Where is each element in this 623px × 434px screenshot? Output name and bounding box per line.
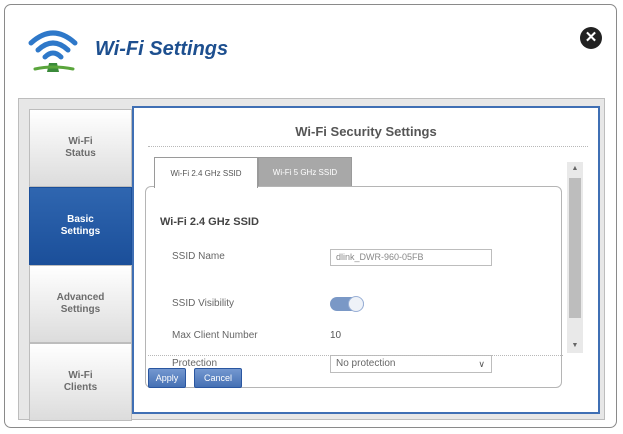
ssid-name-label: SSID Name bbox=[172, 251, 225, 262]
sidebar-item-wifi-status[interactable]: Wi-Fi Status bbox=[29, 109, 132, 187]
dialog-header: Wi-Fi Settings ✕ bbox=[5, 5, 616, 93]
cancel-button[interactable]: Cancel bbox=[194, 368, 242, 388]
ssid-visibility-label: SSID Visibility bbox=[172, 298, 235, 309]
chevron-down-icon: ∨ bbox=[478, 359, 485, 369]
tab-wifi-5ghz[interactable]: Wi-Fi 5 GHz SSID bbox=[258, 157, 352, 187]
ssid-name-input[interactable]: dlink_DWR-960-05FB bbox=[330, 249, 492, 266]
tab-wifi-24ghz[interactable]: Wi-Fi 2.4 GHz SSID bbox=[154, 157, 258, 188]
max-client-value: 10 bbox=[330, 330, 342, 341]
scrollbar[interactable]: ▲ ▼ bbox=[567, 162, 583, 353]
panel-title: Wi-Fi Security Settings bbox=[295, 124, 437, 139]
scroll-up-icon[interactable]: ▲ bbox=[567, 162, 583, 176]
dialog-body: Wi-Fi Status Basic Settings Advanced Set… bbox=[18, 98, 605, 421]
wifi-settings-dialog: Wi-Fi Settings ✕ Wi-Fi Status Basic Sett… bbox=[4, 4, 617, 428]
sidebar-item-label: Wi-Fi Status bbox=[65, 136, 96, 159]
dialog-title: Wi-Fi Settings bbox=[95, 38, 229, 60]
scroll-down-icon[interactable]: ▼ bbox=[567, 339, 583, 353]
ssid-visibility-toggle[interactable] bbox=[330, 296, 364, 312]
divider bbox=[148, 146, 588, 147]
divider bbox=[148, 355, 563, 356]
section-heading: Wi-Fi 2.4 GHz SSID bbox=[160, 216, 259, 228]
ssid-settings-box: Wi-Fi 2.4 GHz SSID SSID Name dlink_DWR-9… bbox=[145, 186, 562, 388]
sidebar-item-label: Basic Settings bbox=[60, 214, 101, 237]
scroll-thumb[interactable] bbox=[569, 178, 581, 318]
sidebar-item-advanced-settings[interactable]: Advanced Settings bbox=[29, 265, 132, 343]
toggle-knob bbox=[348, 296, 364, 312]
max-client-label: Max Client Number bbox=[172, 330, 258, 341]
protection-select-value: No protection bbox=[336, 358, 396, 369]
close-icon[interactable]: ✕ bbox=[580, 27, 602, 49]
apply-button[interactable]: Apply bbox=[148, 368, 186, 388]
sidebar-item-basic-settings[interactable]: Basic Settings bbox=[29, 187, 132, 265]
sidebar-item-label: Advanced Settings bbox=[56, 292, 105, 315]
wifi-icon bbox=[28, 30, 78, 72]
protection-select[interactable]: No protection ∨ bbox=[330, 355, 492, 373]
sidebar-item-wifi-clients[interactable]: Wi-Fi Clients bbox=[29, 343, 132, 421]
security-settings-panel: Wi-Fi Security Settings Wi-Fi 2.4 GHz SS… bbox=[132, 106, 600, 414]
sidebar-item-label: Wi-Fi Clients bbox=[63, 370, 98, 393]
